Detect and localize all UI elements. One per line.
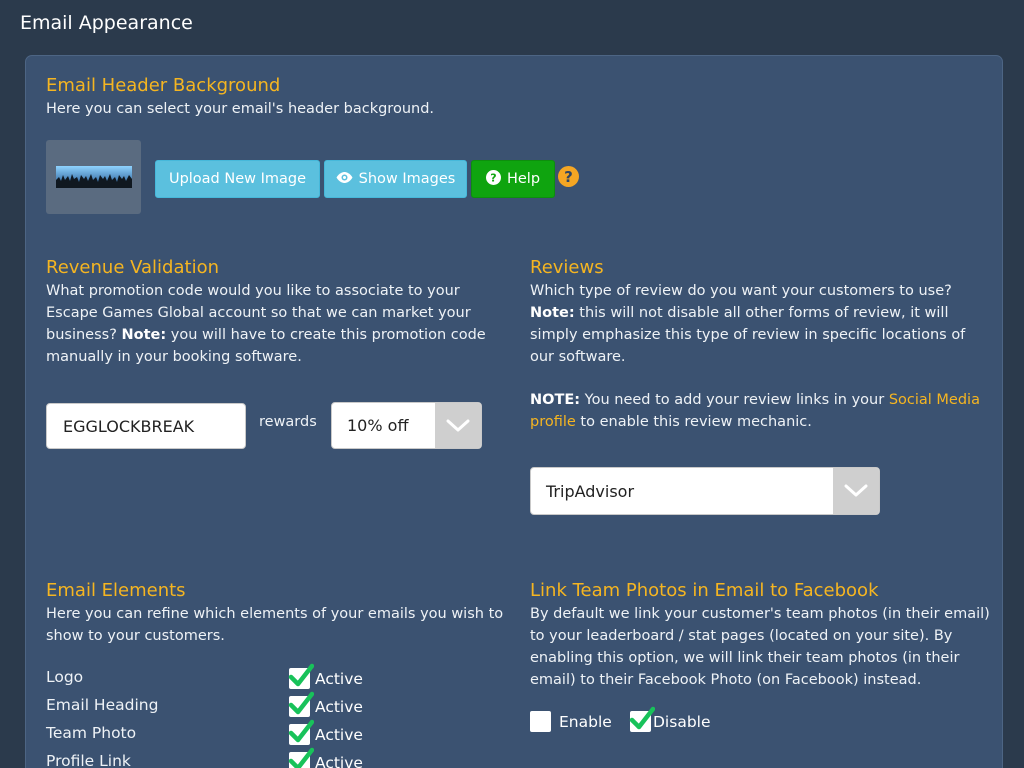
element-status-team-photo: Active bbox=[315, 725, 363, 744]
revenue-validation-title: Revenue Validation bbox=[46, 257, 219, 278]
header-bg-title: Email Header Background bbox=[46, 75, 281, 96]
facebook-link-description: By default we link your customer's team … bbox=[530, 606, 990, 688]
show-images-label: Show Images bbox=[358, 171, 456, 187]
help-button[interactable]: ? Help bbox=[471, 160, 555, 198]
element-status-profile-link: Active bbox=[315, 753, 363, 768]
facebook-enable-option[interactable]: Enable bbox=[530, 711, 612, 732]
checkmark-icon bbox=[288, 719, 314, 743]
checkmark-icon bbox=[629, 706, 655, 730]
eye-icon bbox=[336, 171, 353, 187]
show-images-button[interactable]: Show Images bbox=[324, 160, 467, 198]
review-type-select[interactable]: TripAdvisor bbox=[530, 467, 880, 515]
revenue-validation-description: What promotion code would you like to as… bbox=[46, 280, 496, 368]
checkbox[interactable] bbox=[288, 747, 314, 768]
element-toggle-profile-link[interactable]: Active bbox=[288, 747, 363, 768]
disable-checkbox[interactable] bbox=[629, 706, 655, 732]
help-tooltip-icon[interactable]: ? bbox=[558, 166, 579, 187]
checkmark-icon bbox=[288, 747, 314, 768]
chevron-down-icon bbox=[435, 403, 481, 448]
element-label-profile-link: Profile Link bbox=[46, 752, 131, 768]
rewards-label: rewards bbox=[259, 414, 317, 430]
disable-label: Disable bbox=[653, 712, 711, 731]
checkmark-icon bbox=[288, 691, 314, 715]
checkbox[interactable] bbox=[288, 691, 314, 717]
checkmark-icon bbox=[288, 663, 314, 687]
email-elements-title: Email Elements bbox=[46, 580, 186, 601]
upload-image-button[interactable]: Upload New Image bbox=[155, 160, 320, 198]
element-toggle-logo[interactable]: Active bbox=[288, 663, 363, 689]
header-bg-description: Here you can select your email's header … bbox=[46, 101, 435, 117]
reviews-note-label: Note: bbox=[530, 305, 575, 321]
question-circle-icon: ? bbox=[485, 169, 501, 189]
element-toggle-email-heading[interactable]: Active bbox=[288, 691, 363, 717]
reviews-note2-tail: to enable this review mechanic. bbox=[575, 414, 812, 430]
element-label-email-heading: Email Heading bbox=[46, 696, 159, 714]
reward-select-value: 10% off bbox=[347, 416, 409, 435]
facebook-disable-option[interactable]: Disable bbox=[629, 706, 711, 732]
enable-label: Enable bbox=[559, 712, 612, 731]
reviews-title: Reviews bbox=[530, 257, 604, 278]
svg-text:?: ? bbox=[490, 171, 496, 184]
promo-code-input[interactable]: EGGLOCKBREAK bbox=[46, 403, 246, 449]
facebook-link-title: Link Team Photos in Email to Facebook bbox=[530, 580, 879, 601]
settings-panel: Email Header Background Here you can sel… bbox=[25, 55, 1003, 768]
reviews-note2-text: You need to add your review links in you… bbox=[580, 392, 889, 408]
reviews-desc-text: Which type of review do you want your cu… bbox=[530, 283, 952, 299]
element-label-logo: Logo bbox=[46, 668, 84, 686]
reviews-note-text: this will not disable all other forms of… bbox=[530, 305, 966, 365]
element-label-team-photo: Team Photo bbox=[46, 724, 137, 742]
element-status-logo: Active bbox=[315, 669, 363, 688]
page-title: Email Appearance bbox=[20, 12, 193, 34]
enable-checkbox[interactable] bbox=[530, 711, 551, 732]
revenue-note-label: Note: bbox=[121, 327, 167, 343]
reviews-description: Which type of review do you want your cu… bbox=[530, 280, 975, 368]
reviews-note2-label: NOTE: bbox=[530, 392, 581, 408]
reward-select[interactable]: 10% off bbox=[331, 402, 482, 449]
element-toggle-team-photo[interactable]: Active bbox=[288, 719, 363, 745]
header-image-thumbnail[interactable] bbox=[46, 140, 141, 214]
upload-button-label: Upload New Image bbox=[168, 171, 307, 187]
reviews-social-note: NOTE: You need to add your review links … bbox=[530, 389, 980, 433]
checkbox[interactable] bbox=[288, 663, 314, 689]
element-status-email-heading: Active bbox=[315, 697, 363, 716]
chevron-down-icon bbox=[833, 468, 879, 514]
review-type-value: TripAdvisor bbox=[546, 481, 635, 501]
checkbox[interactable] bbox=[288, 719, 314, 745]
help-button-label: Help bbox=[506, 171, 541, 187]
concert-crowd-image bbox=[55, 166, 132, 188]
email-elements-description: Here you can refine which elements of yo… bbox=[46, 606, 504, 644]
